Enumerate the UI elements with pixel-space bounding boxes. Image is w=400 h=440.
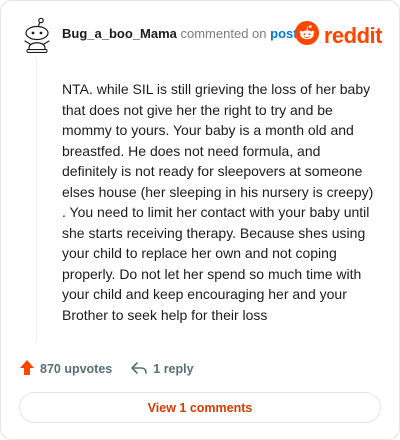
comment-header: Bug_a_boo_Mama commented on post: [62, 26, 298, 41]
upvote-count: 870 upvotes: [40, 362, 113, 376]
view-comments-label: View 1 comments: [147, 400, 253, 415]
reddit-brand[interactable]: reddit: [294, 21, 383, 50]
comment-card: Bug_a_boo_Mama commented on post reddit …: [0, 0, 400, 440]
reply-arrow-icon: [130, 361, 153, 378]
comment-body: NTA. while SIL is still grieving the los…: [62, 81, 374, 323]
reply-button[interactable]: 1 reply: [130, 361, 194, 378]
commented-on-text: commented on: [180, 26, 267, 41]
snoo-avatar-icon[interactable]: [21, 17, 53, 53]
reddit-logo-icon: [294, 21, 319, 50]
upvote-button[interactable]: 870 upvotes: [19, 359, 112, 379]
username-link[interactable]: Bug_a_boo_Mama: [62, 26, 177, 41]
view-comments-button[interactable]: View 1 comments: [19, 392, 381, 423]
upvote-arrow-icon: [19, 359, 40, 379]
reddit-wordmark: reddit: [323, 22, 383, 48]
comment-actions: 870 upvotes 1 reply: [19, 359, 194, 379]
thread-line: [36, 59, 37, 341]
post-link[interactable]: post: [270, 26, 297, 41]
reply-count: 1 reply: [153, 362, 194, 376]
